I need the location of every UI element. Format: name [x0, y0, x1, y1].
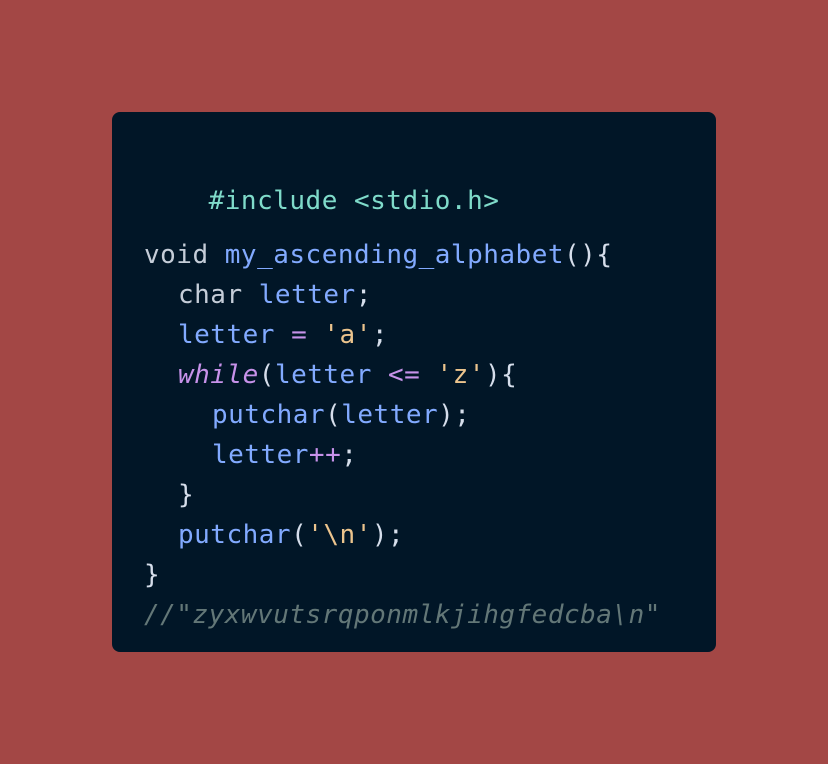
variable-name: letter: [212, 440, 309, 470]
function-call: putchar: [178, 520, 292, 550]
while-keyword: while: [178, 360, 259, 390]
code-comment: //"zyxwvutsrqponmlkjihgfedcba\n": [144, 600, 661, 630]
function-paren: (){: [564, 240, 613, 270]
code-line-include: #include <stdio.h>: [144, 162, 716, 214]
code-line-close-while: }: [144, 482, 716, 522]
code-line-increment: letter++;: [144, 442, 716, 482]
close-brace: }: [178, 480, 195, 510]
code-snippet-card: #include <stdio.h> void my_ascending_alp…: [112, 112, 716, 652]
code-line-close-function: }: [144, 562, 716, 602]
semicolon: ;: [355, 280, 372, 310]
code-line-putchar-letter: putchar(letter);: [144, 402, 716, 442]
increment-operator: ++: [308, 440, 342, 470]
semicolon: ;: [341, 440, 358, 470]
variable-name: letter: [274, 360, 372, 390]
function-name: my_ascending_alphabet: [224, 240, 565, 270]
open-paren: (: [291, 520, 308, 550]
char-literal: 'z': [436, 360, 485, 390]
char-literal: 'a': [323, 320, 372, 350]
preprocessor-directive: #include <stdio.h>: [208, 186, 500, 216]
function-call: putchar: [212, 400, 326, 430]
variable-name: letter: [341, 400, 439, 430]
code-line-function-signature: void my_ascending_alphabet(){: [144, 242, 716, 282]
compare-operator: <=: [371, 360, 437, 390]
code-line-comment: //"zyxwvutsrqponmlkjihgfedcba\n": [144, 602, 716, 642]
open-paren: (: [258, 360, 275, 390]
code-line-putchar-newline: putchar('\n');: [144, 522, 716, 562]
assign-operator: =: [274, 320, 324, 350]
code-line-assignment: letter = 'a';: [144, 322, 716, 362]
code-line-declaration: char letter;: [144, 282, 716, 322]
open-paren: (: [325, 400, 342, 430]
close-paren-brace: ){: [484, 360, 518, 390]
type-keyword: char: [178, 280, 243, 310]
char-literal: '\n': [307, 520, 372, 550]
close-paren: );: [438, 400, 471, 430]
variable-name: letter: [258, 280, 356, 310]
return-type: void: [144, 240, 209, 270]
semicolon: ;: [371, 320, 389, 350]
variable-name: letter: [178, 320, 275, 350]
code-line-while: while(letter <= 'z'){: [144, 362, 716, 402]
close-brace: }: [144, 560, 161, 590]
close-paren: );: [371, 520, 405, 550]
